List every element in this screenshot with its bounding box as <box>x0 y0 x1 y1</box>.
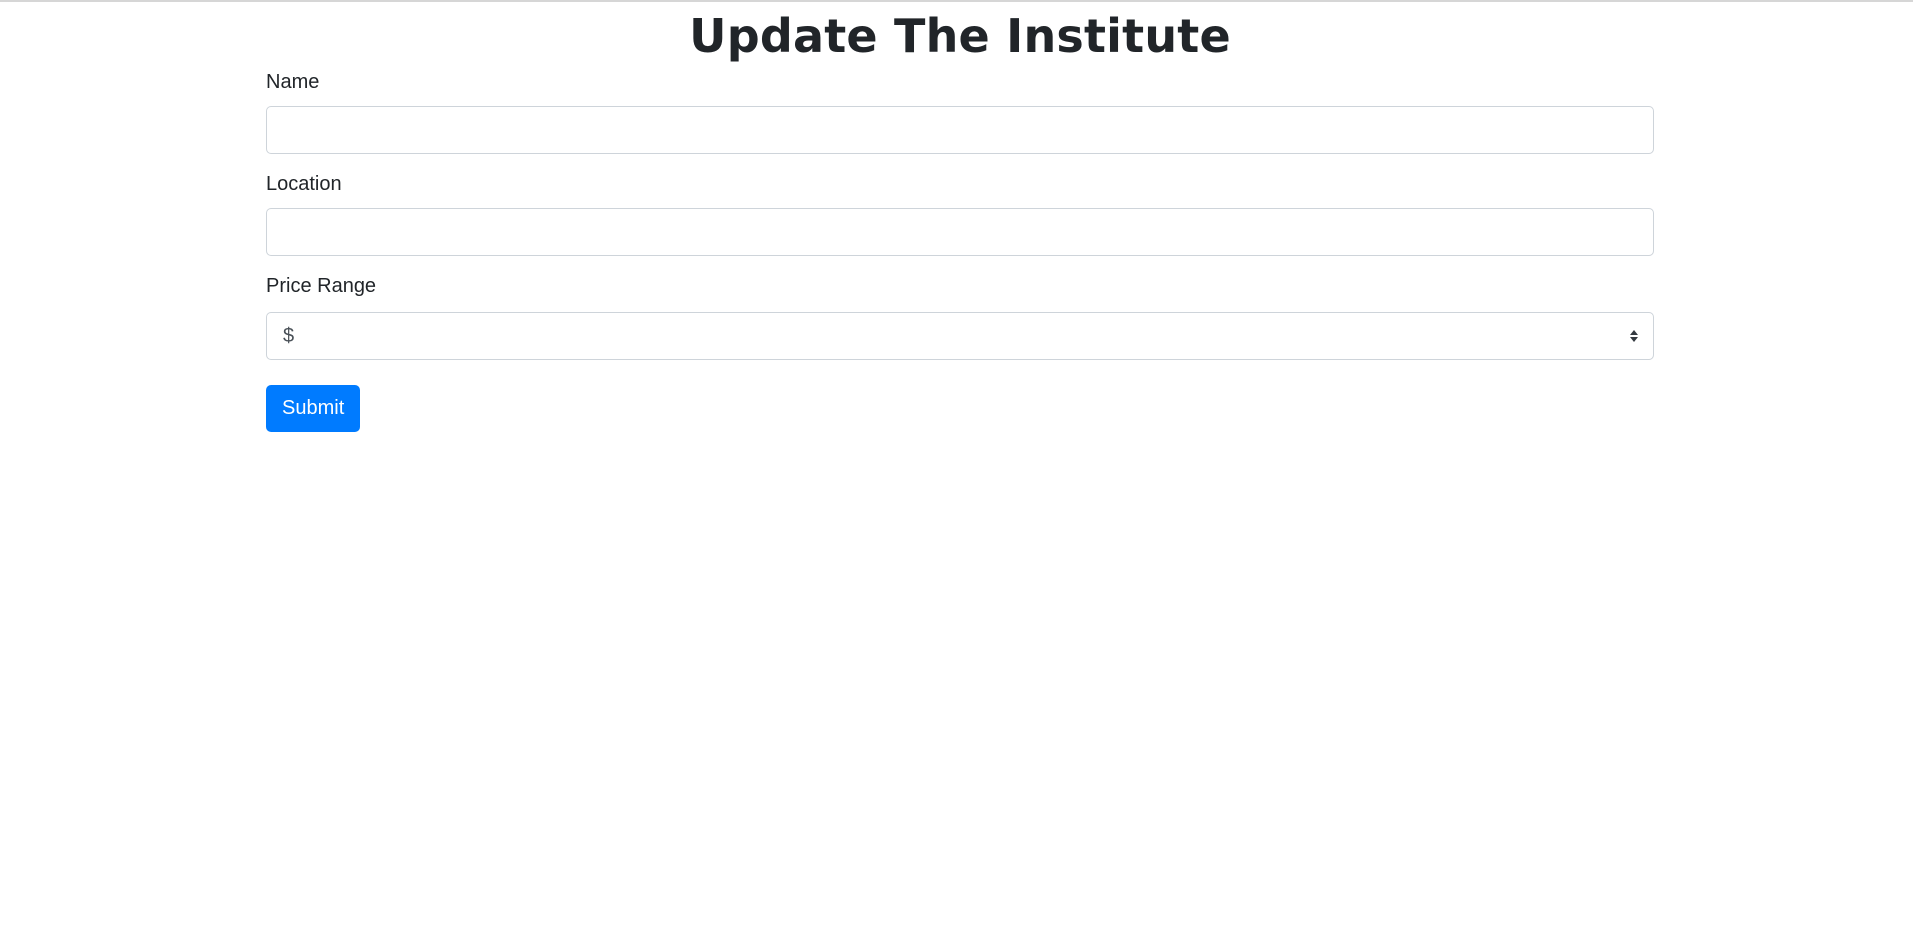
price-range-select-wrapper: $ <box>266 312 1654 360</box>
page-title: Update The Institute <box>689 9 1231 63</box>
name-label: Name <box>266 71 320 93</box>
name-group: Name <box>266 70 1654 154</box>
submit-row: Submit <box>266 385 1654 432</box>
name-input[interactable] <box>266 106 1654 154</box>
location-input[interactable] <box>266 208 1654 256</box>
submit-button[interactable]: Submit <box>266 385 361 432</box>
institute-form: Name Location Price Range $ Submit <box>266 70 1654 432</box>
update-institute-page: Update The Institute Name Location Price… <box>266 0 1654 432</box>
price-range-group: Price Range $ <box>266 274 1654 360</box>
location-group: Location <box>266 172 1654 256</box>
price-range-label: Price Range <box>266 275 377 297</box>
price-range-select[interactable]: $ <box>266 312 1654 360</box>
location-label: Location <box>266 173 342 195</box>
